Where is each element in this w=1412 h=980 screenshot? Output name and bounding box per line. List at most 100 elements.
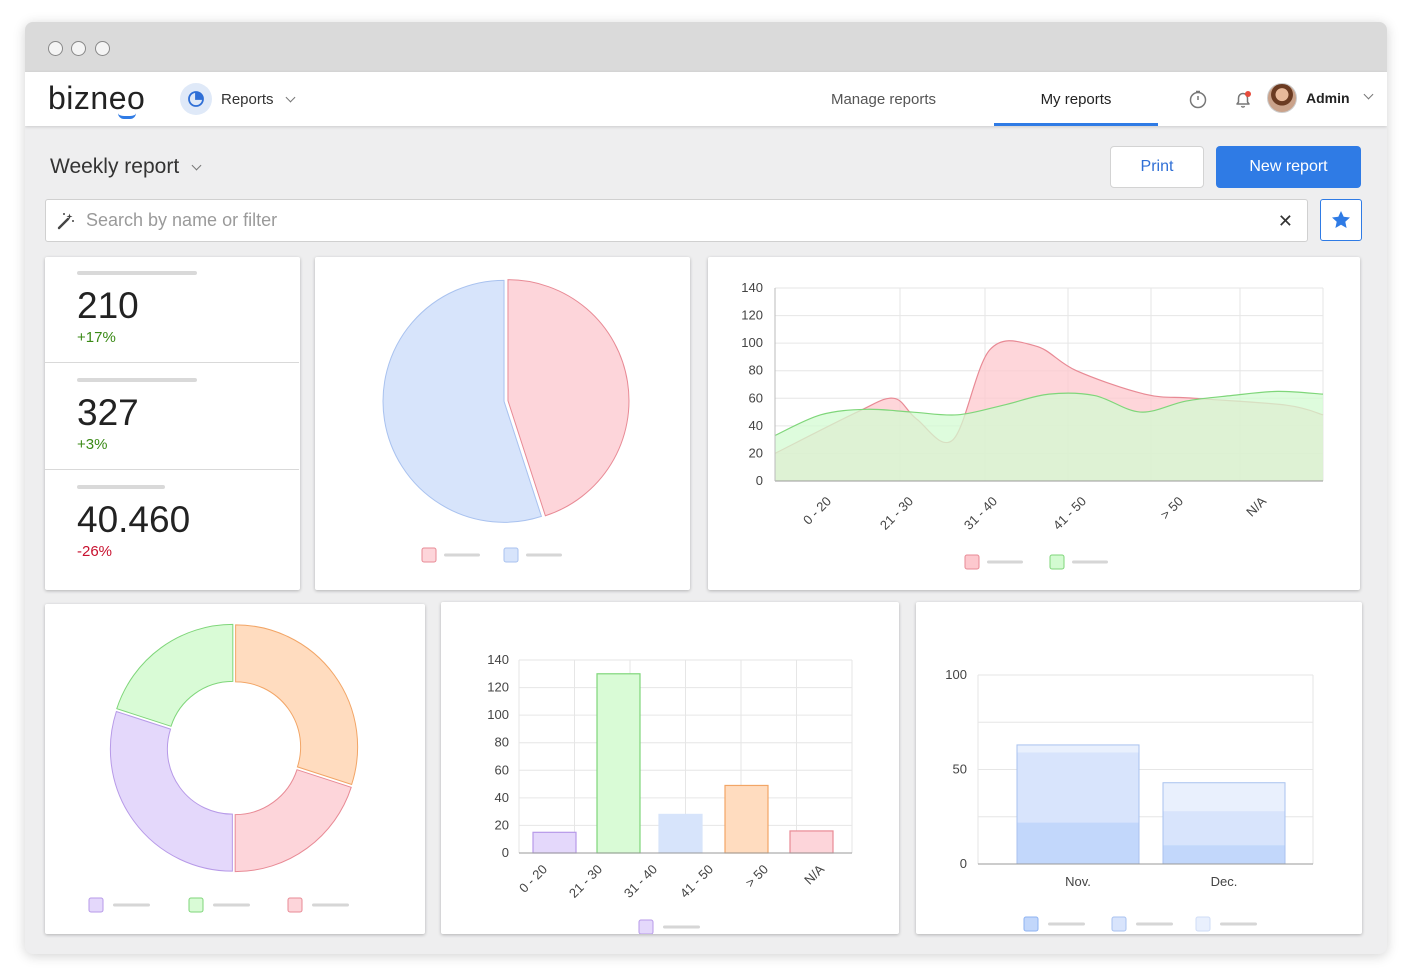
- window-minimize-dot[interactable]: [71, 41, 86, 56]
- x-tick-label: 0 - 20: [800, 494, 834, 528]
- legend-swatch: [1195, 916, 1211, 932]
- y-tick-label: 60: [749, 390, 763, 405]
- user-name[interactable]: Admin: [1306, 90, 1350, 106]
- y-tick-label: 140: [487, 652, 509, 667]
- star-icon: [1332, 211, 1350, 228]
- kpi-change: +17%: [77, 329, 116, 346]
- stacked-bar-segment: [1163, 811, 1285, 846]
- y-tick-label: 80: [495, 735, 509, 750]
- tab-my-reports-label: My reports: [1040, 90, 1112, 108]
- window-maximize-dot[interactable]: [95, 41, 110, 56]
- notification-bell-icon[interactable]: [1232, 88, 1254, 110]
- legend-label-placeholder: [1220, 922, 1257, 926]
- bar-chart-card: 0 20 40 60 80 100 120 140 0 - 20 21 - 30 31 - 40 41…: [441, 602, 899, 935]
- new-report-button[interactable]: New report: [1216, 146, 1361, 188]
- legend-label-placeholder: [444, 553, 480, 557]
- top-navigation: bizneo Reports Manage reports My reports…: [25, 72, 1387, 126]
- bar-chart: 0 20 40 60 80 100 120 140 0 - 20 21 - 30 31 - 40 41…: [487, 652, 853, 935]
- page-title: Weekly report: [50, 155, 180, 178]
- kpi-change: -26%: [77, 543, 113, 560]
- legend-label-placeholder: [113, 903, 150, 907]
- x-tick-label: 21 - 30: [566, 862, 605, 901]
- bizneo-logo[interactable]: bizneo: [48, 80, 146, 119]
- bar: [789, 830, 834, 854]
- bar: [658, 813, 703, 854]
- legend-swatch: [88, 897, 104, 913]
- magic-wand-filter-icon[interactable]: [56, 211, 76, 231]
- reports-pie-icon: [180, 83, 212, 115]
- x-tick-label: Nov.: [1065, 874, 1091, 889]
- print-button[interactable]: Print: [1110, 146, 1204, 188]
- x-tick-label: > 50: [742, 862, 771, 891]
- kpi-value: 210: [77, 285, 139, 326]
- stacked-bar-segment: [1017, 752, 1139, 823]
- browser-window: bizneo Reports Manage reports My reports…: [25, 22, 1387, 954]
- area-chart: 0 20 40 60 80 100 120 140 0 - 20 21 - 30 31 - 40 41…: [741, 280, 1324, 570]
- report-selector[interactable]: Weekly report: [50, 155, 202, 179]
- clear-search-icon[interactable]: ✕: [1278, 211, 1293, 232]
- x-tick-label: N/A: [1243, 493, 1269, 519]
- y-tick-label: 100: [487, 707, 509, 722]
- donut-chart: [88, 623, 359, 913]
- donut-chart-card: [45, 604, 425, 934]
- y-tick-label: 50: [953, 762, 967, 777]
- stacked-bar-chart: 0 50 100 Nov. Dec.: [945, 667, 1314, 932]
- pie-chart: [382, 279, 630, 563]
- chevron-down-icon: [285, 92, 295, 102]
- search-input[interactable]: [86, 210, 1236, 231]
- search-bar: ✕: [45, 199, 1308, 242]
- bar: [532, 831, 577, 854]
- favorite-star-button[interactable]: [1320, 199, 1362, 241]
- pie-slice: [235, 624, 359, 786]
- notification-dot: [1245, 91, 1251, 97]
- bar: [596, 673, 641, 854]
- window-close-dot[interactable]: [48, 41, 63, 56]
- x-tick-label: > 50: [1157, 494, 1186, 523]
- user-menu-chevron-icon[interactable]: [1363, 89, 1374, 100]
- legend-swatch: [638, 919, 654, 935]
- avatar[interactable]: [1267, 83, 1297, 113]
- area-series-fill: [775, 391, 1323, 481]
- x-tick-label: 31 - 40: [961, 494, 1000, 533]
- y-tick-label: 20: [495, 817, 509, 832]
- tab-manage-reports-label: Manage reports: [830, 90, 937, 108]
- tab-my-reports[interactable]: My reports: [994, 72, 1158, 126]
- kpi-change: +3%: [77, 436, 108, 453]
- tab-manage-reports[interactable]: Manage reports: [801, 72, 966, 126]
- legend-label-placeholder: [312, 903, 349, 907]
- legend-swatch: [503, 547, 519, 563]
- window-titlebar: [25, 22, 1387, 72]
- pie-chart-card: [315, 257, 690, 590]
- y-tick-label: 100: [945, 667, 967, 682]
- legend-label-placeholder: [1072, 560, 1108, 564]
- kpi-cell: 40.460 -26%: [45, 471, 299, 590]
- timer-icon[interactable]: [1187, 88, 1209, 110]
- y-tick-label: 40: [495, 790, 509, 805]
- x-tick-label: 41 - 50: [1050, 494, 1089, 533]
- y-tick-label: 60: [495, 762, 509, 777]
- y-tick-label: 0: [502, 845, 509, 860]
- x-tick-label: Dec.: [1211, 874, 1238, 889]
- pie-slice: [116, 623, 234, 727]
- kpi-label-placeholder: [77, 378, 197, 382]
- y-tick-label: 120: [741, 308, 763, 323]
- kpi-cell: 327 +3%: [45, 364, 299, 470]
- stacked-bar-segment: [1017, 744, 1139, 753]
- legend-label-placeholder: [526, 553, 562, 557]
- logo-text: bizneo: [48, 80, 146, 116]
- pie-slice: [234, 769, 352, 873]
- legend-swatch: [287, 897, 303, 913]
- legend-swatch: [1023, 916, 1039, 932]
- legend-swatch: [421, 547, 437, 563]
- legend-label-placeholder: [663, 925, 700, 929]
- legend-swatch: [188, 897, 204, 913]
- y-tick-label: 80: [749, 363, 763, 378]
- legend-label-placeholder: [213, 903, 250, 907]
- module-selector[interactable]: Reports: [180, 83, 295, 115]
- area-chart-card: 0 20 40 60 80 100 120 140 0 - 20 21 - 30 31 - 40 41…: [708, 257, 1360, 590]
- active-tab-indicator: [994, 123, 1158, 126]
- legend-label-placeholder: [1136, 922, 1173, 926]
- kpi-cell: 210 +17%: [45, 257, 299, 363]
- module-label: Reports: [221, 90, 274, 108]
- kpi-label-placeholder: [77, 271, 197, 275]
